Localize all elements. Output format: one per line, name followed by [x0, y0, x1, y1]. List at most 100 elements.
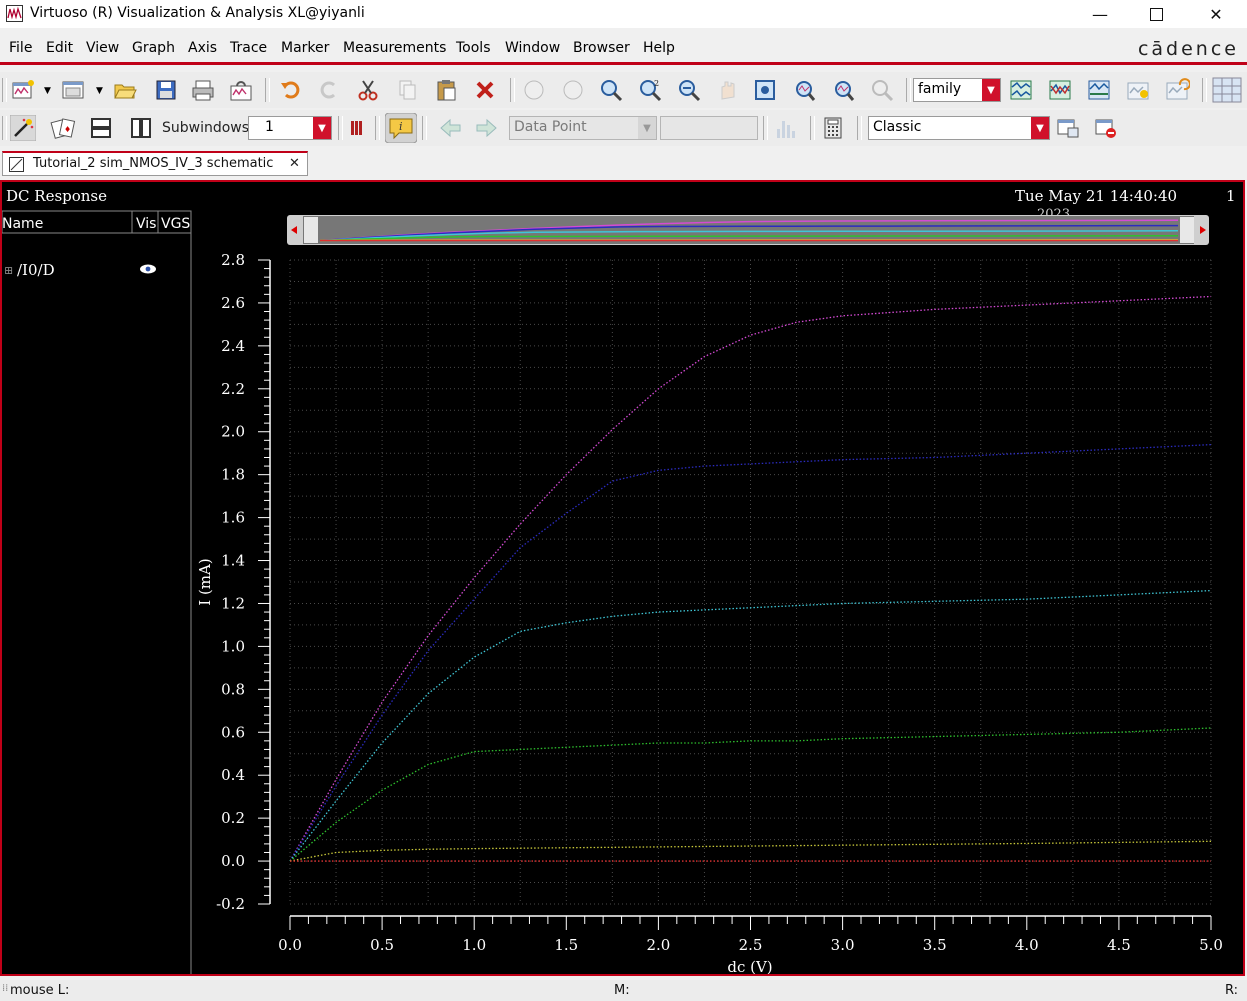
close-button[interactable]: ✕ — [1193, 0, 1239, 28]
delete-icon[interactable] — [472, 77, 498, 103]
split-vertical-icon[interactable] — [128, 115, 154, 141]
flag-icon[interactable] — [347, 115, 369, 141]
zoom-in-icon[interactable]: 2 — [637, 77, 663, 103]
calculator-icon[interactable] — [820, 115, 846, 141]
print-icon[interactable] — [190, 77, 216, 103]
back-icon[interactable] — [521, 77, 547, 103]
data-point-value-field[interactable] — [660, 116, 758, 140]
menu-view[interactable]: View — [86, 40, 119, 56]
legend-col-vgs[interactable]: VGS — [161, 216, 190, 232]
x-tick-label: 3.0 — [831, 936, 855, 954]
refresh-chart-icon[interactable] — [1125, 77, 1151, 103]
toolbar-grip[interactable] — [2, 116, 7, 140]
menu-edit[interactable]: Edit — [46, 40, 73, 56]
open-folder-icon[interactable] — [112, 77, 138, 103]
chevron-down-icon[interactable]: ▼ — [313, 117, 331, 139]
chevron-down-icon[interactable]: ▼ — [638, 117, 656, 139]
toolbar-grip[interactable] — [2, 78, 7, 102]
save-icon[interactable] — [153, 77, 179, 103]
apply-style-icon[interactable] — [1055, 115, 1081, 141]
toolbar-separator — [810, 116, 815, 140]
graph-title: DC Response — [6, 187, 107, 205]
toolbar-separator — [857, 116, 862, 140]
new-subwindow-icon[interactable] — [60, 77, 86, 103]
cut-icon[interactable] — [355, 77, 381, 103]
menu-browser[interactable]: Browser — [573, 40, 630, 56]
menu-graph[interactable]: Graph — [132, 40, 175, 56]
x-tick-label: 4.5 — [1107, 936, 1131, 954]
family-select[interactable]: family ▼ — [913, 78, 1001, 102]
menu-window[interactable]: Window — [505, 40, 560, 56]
histogram-icon[interactable] — [773, 115, 799, 141]
y-tick-label: 0.6 — [221, 723, 245, 741]
grid-toggle-icon[interactable] — [1212, 77, 1242, 103]
forward-icon[interactable] — [560, 77, 586, 103]
minimize-icon: — — [1092, 4, 1108, 24]
x-tick-label: 3.5 — [923, 936, 947, 954]
subwindows-select[interactable]: 1 ▼ — [248, 116, 332, 140]
zoom-out-icon[interactable] — [676, 77, 702, 103]
toolbar-separator — [510, 78, 515, 102]
copy-icon[interactable] — [394, 77, 420, 103]
print-preview-icon[interactable] — [228, 77, 254, 103]
redo-icon[interactable] — [316, 77, 342, 103]
tab-close-icon[interactable]: ✕ — [289, 156, 300, 171]
chevron-down-icon[interactable]: ▼ — [982, 79, 1000, 101]
app-icon — [6, 5, 23, 22]
paste-icon[interactable] — [433, 77, 459, 103]
arrow-right-icon[interactable] — [473, 115, 499, 141]
chevron-down-icon[interactable]: ▼ — [96, 86, 103, 96]
cards-icon[interactable]: ♦ — [50, 115, 76, 141]
chevron-down-icon[interactable]: ▼ — [1031, 117, 1049, 139]
expand-icon[interactable]: ⊞ — [4, 264, 13, 277]
chevron-down-icon[interactable]: ▼ — [44, 86, 51, 96]
status-grip[interactable]: ⁞⁞ — [2, 983, 8, 994]
menu-measurements[interactable]: Measurements — [343, 40, 446, 56]
overlay-icon[interactable] — [1047, 77, 1073, 103]
new-window-icon[interactable] — [10, 77, 36, 103]
strip-chart-icon[interactable] — [1008, 77, 1034, 103]
data-point-select[interactable]: Data Point ▼ — [509, 116, 657, 140]
menu-marker[interactable]: Marker — [281, 40, 329, 56]
overview-right-handle[interactable] — [1180, 217, 1194, 243]
overview-left-handle[interactable] — [304, 217, 318, 243]
visibility-eye-icon[interactable] — [140, 264, 156, 274]
menu-help[interactable]: Help — [643, 40, 675, 56]
status-mouse-left: mouse L: — [10, 983, 70, 998]
legend-col-name[interactable]: Name — [2, 216, 43, 232]
menu-tools[interactable]: Tools — [456, 40, 491, 56]
x-tick-label: 2.5 — [739, 936, 763, 954]
menu-axis[interactable]: Axis — [188, 40, 217, 56]
hide-style-icon[interactable] — [1093, 115, 1119, 141]
signal-name[interactable]: /I0/D — [17, 261, 55, 279]
zoom-x-icon[interactable] — [791, 77, 817, 103]
maximize-button[interactable] — [1133, 0, 1179, 28]
y-tick-label: 2.2 — [221, 380, 245, 398]
overview-scrollbar[interactable] — [287, 215, 1209, 245]
minimize-button[interactable]: — — [1077, 0, 1123, 28]
pan-icon[interactable] — [715, 77, 741, 103]
stack-icon[interactable] — [1086, 77, 1112, 103]
x-tick-label: 1.0 — [462, 936, 486, 954]
title-bar: Virtuoso (R) Visualization & Analysis XL… — [0, 0, 1247, 28]
menu-file[interactable]: File — [9, 40, 32, 56]
undo-icon[interactable] — [278, 77, 304, 103]
graph-canvas[interactable]: DC Response Tue May 21 14:40:40 2023 1 N… — [2, 182, 1243, 974]
toolbar-secondary: ♦ Subwindows: 1 ▼ i Data Point ▼ Classic… — [0, 110, 1247, 146]
style-select[interactable]: Classic ▼ — [868, 116, 1050, 140]
reload-chart-icon[interactable] — [1164, 77, 1190, 103]
fit-icon[interactable] — [752, 77, 778, 103]
tab-schematic[interactable]: Tutorial_2 sim_NMOS_IV_3 schematic ✕ — [2, 151, 308, 176]
zoom-y-icon[interactable] — [830, 77, 856, 103]
magic-wand-icon[interactable] — [10, 115, 36, 141]
toolbar-separator — [906, 78, 911, 102]
legend-col-vis[interactable]: Vis — [136, 216, 156, 232]
zoom-icon[interactable] — [598, 77, 624, 103]
graph-timestamp: Tue May 21 14:40:40 — [1015, 187, 1177, 205]
split-horizontal-icon[interactable] — [88, 115, 114, 141]
zoom-reset-icon[interactable] — [869, 77, 895, 103]
info-balloon-icon[interactable]: i — [385, 113, 417, 143]
y-axis: -0.2 0.0 0.2 0.4 0.6 0.8 1.0 1.2 1.4 1.6 1.8 2.0 2.2… — [216, 251, 271, 913]
menu-trace[interactable]: Trace — [230, 40, 267, 56]
arrow-left-icon[interactable] — [438, 115, 464, 141]
